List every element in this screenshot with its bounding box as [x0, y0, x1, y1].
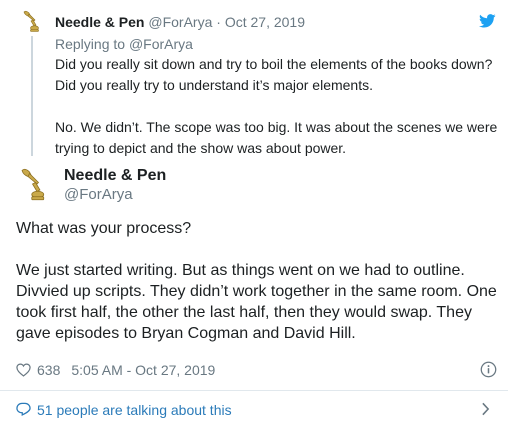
author-handle[interactable]: @ForArya	[64, 186, 133, 204]
conversation-link[interactable]: 51 people are talking about this	[0, 391, 508, 425]
info-icon[interactable]	[480, 361, 497, 378]
main-tweet-text: What was your process? We just started w…	[16, 218, 500, 344]
like-count[interactable]: 638	[37, 361, 60, 379]
author-handle[interactable]: @ForArya	[148, 14, 212, 30]
parent-tweet-text: Did you really sit down and try to boil …	[55, 54, 500, 159]
parent-tweet-header: Needle & Pen @ForArya · Oct 27, 2019	[55, 13, 305, 31]
twitter-bird-icon[interactable]	[479, 14, 496, 28]
replying-mention[interactable]: @ForArya	[129, 36, 193, 52]
heart-icon[interactable]	[16, 363, 31, 377]
parent-tweet[interactable]: Needle & Pen @ForArya · Oct 27, 2019 Rep…	[0, 0, 508, 160]
tweet-date[interactable]: Oct 27, 2019	[225, 14, 305, 30]
thread-line	[31, 36, 33, 156]
tweet-timestamp[interactable]: 5:05 AM - Oct 27, 2019	[71, 361, 215, 379]
speech-bubble-icon	[16, 402, 31, 416]
author-name[interactable]: Needle & Pen	[55, 14, 144, 30]
chevron-right-icon[interactable]	[481, 402, 490, 416]
tweet-meta: 638 5:05 AM - Oct 27, 2019	[16, 361, 215, 379]
replying-to: Replying to @ForArya	[55, 35, 193, 53]
author-name[interactable]: Needle & Pen	[64, 166, 166, 186]
tweet-paragraph: We just started writing. But as things w…	[16, 262, 497, 342]
avatar[interactable]	[20, 9, 44, 33]
separator: ·	[216, 14, 221, 30]
replying-label: Replying to	[55, 36, 126, 52]
tweet-paragraph: Did you really sit down and try to boil …	[55, 56, 493, 93]
tweet-paragraph: No. We didn’t. The scope was too big. It…	[55, 119, 498, 156]
avatar[interactable]	[16, 166, 52, 202]
talking-count-link[interactable]: 51 people are talking about this	[37, 401, 232, 419]
tweet-paragraph: What was your process?	[16, 220, 192, 237]
